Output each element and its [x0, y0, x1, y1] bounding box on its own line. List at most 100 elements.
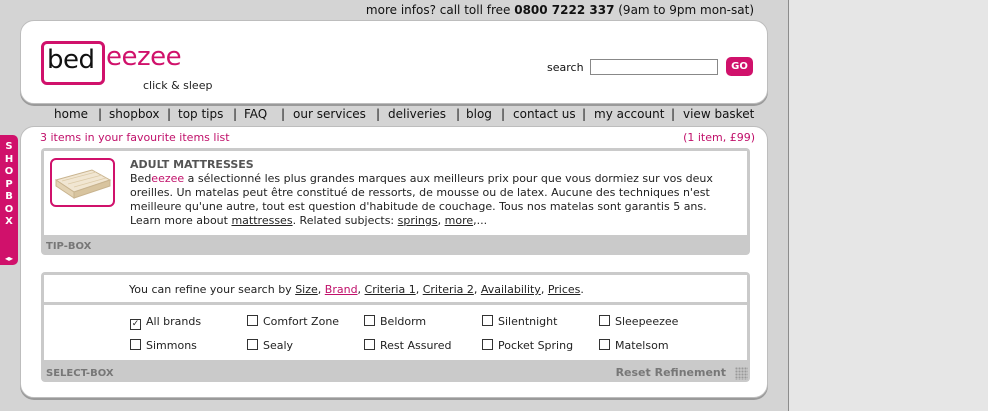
right-gutter — [788, 0, 988, 411]
select-box-caption: SELECT-BOX — [46, 368, 114, 379]
nav-separator: | — [501, 107, 506, 121]
tip-ellipsis: ,... — [473, 214, 488, 227]
nav-faq[interactable]: FAQ — [244, 107, 267, 121]
mattresses-link[interactable]: mattresses — [231, 214, 292, 227]
springs-link[interactable]: springs — [398, 214, 438, 227]
criteria-availability-link[interactable]: Availability — [481, 283, 541, 296]
shopbox-tab-label: SHOPBOX — [0, 141, 18, 229]
infobar-prefix: more infos? call toll free — [365, 3, 511, 17]
main-nav: home | shopbox | top tips | FAQ | our se… — [54, 107, 754, 121]
criteria-1-link[interactable]: Criteria 1 — [365, 283, 416, 296]
criteria-brand-link[interactable]: Brand — [325, 283, 358, 296]
brand-prefix: Bed — [130, 172, 152, 185]
select-box: You can refine your search by Size, Bran… — [41, 272, 750, 382]
shopbox-tab-letter: B — [5, 191, 13, 202]
checkbox[interactable] — [130, 339, 141, 350]
nav-separator: | — [671, 107, 676, 121]
brand-label: All brands — [146, 315, 202, 328]
nav-contact-us[interactable]: contact us — [513, 107, 576, 121]
nav-shopbox[interactable]: shopbox — [109, 107, 160, 121]
nav-separator: | — [281, 107, 286, 121]
brand-option-beldorm[interactable]: Beldorm — [364, 315, 426, 328]
checkbox[interactable] — [247, 315, 258, 326]
contact-infobar: more infos? call toll free 0800 7222 337… — [366, 3, 754, 17]
brand-option-sleepeezee[interactable]: Sleepeezee — [599, 315, 678, 328]
brand-label: Sealy — [263, 339, 294, 352]
brand-option-simmons[interactable]: Simmons — [130, 339, 197, 352]
brand-label: Sleepeezee — [615, 315, 679, 328]
brand-option-rest-assured[interactable]: Rest Assured — [364, 339, 451, 352]
expand-arrows-icon: ◂▸ — [4, 254, 14, 263]
logo-tagline: click & sleep — [143, 79, 213, 92]
nav-separator: | — [98, 107, 103, 121]
brand-label: Matelsom — [615, 339, 669, 352]
logo-bed-text: bed — [47, 45, 95, 75]
shopbox-tab-letter: P — [5, 178, 13, 190]
brand-option-sealy[interactable]: Sealy — [247, 339, 293, 352]
nav-separator: | — [456, 107, 461, 121]
header-panel: bed eezee click & sleep search GO — [20, 20, 768, 104]
refine-text: You can refine your search by Size, Bran… — [129, 283, 584, 296]
shopbox-tab-letter: O — [4, 203, 14, 215]
logo-eezee-text: eezee — [106, 42, 182, 72]
tip-title: ADULT MATTRESSES — [130, 158, 254, 171]
reset-refinement-button[interactable]: Reset Refinement — [616, 366, 726, 379]
resize-grip-icon[interactable] — [735, 367, 748, 380]
checkbox[interactable] — [364, 339, 375, 350]
checkbox[interactable] — [482, 315, 493, 326]
brand-label: Comfort Zone — [263, 315, 340, 328]
brand-checkbox-grid: ✓ All brands Comfort Zone Beldorm Silentn… — [44, 305, 747, 360]
more-link[interactable]: more — [445, 214, 474, 227]
content-panel: 3 items in your favourite items list (1 … — [20, 126, 768, 398]
search-input[interactable] — [590, 59, 718, 75]
criteria-prices-link[interactable]: Prices — [548, 283, 581, 296]
brand-option-pocket-spring[interactable]: Pocket Spring — [482, 339, 573, 352]
shopbox-tab-letter: O — [4, 166, 14, 177]
brand-option-comfort-zone[interactable]: Comfort Zone — [247, 315, 339, 328]
checkbox[interactable] — [247, 339, 258, 350]
shopbox-tab-letter: H — [4, 153, 14, 165]
brand-label: Beldorm — [380, 315, 427, 328]
brand-option-all-brands[interactable]: ✓ All brands — [130, 315, 201, 330]
brand-suffix: eezee — [151, 172, 185, 185]
mattress-thumbnail — [50, 158, 115, 207]
nav-top-tips[interactable]: top tips — [178, 107, 223, 121]
nav-view-basket[interactable]: view basket — [683, 107, 754, 121]
checkbox[interactable] — [599, 339, 610, 350]
brand-option-matelsom[interactable]: Matelsom — [599, 339, 669, 352]
basket-summary[interactable]: (1 item, £99) — [683, 131, 755, 144]
nav-separator: | — [167, 107, 172, 121]
nav-our-services[interactable]: our services — [293, 107, 366, 121]
criteria-2-link[interactable]: Criteria 2 — [423, 283, 474, 296]
shopbox-tab-letter: S — [5, 141, 13, 152]
brand-label: Pocket Spring — [498, 339, 574, 352]
phone-number: 0800 7222 337 — [514, 3, 615, 17]
search-go-button[interactable]: GO — [726, 57, 753, 76]
nav-separator: | — [376, 107, 381, 121]
brand-option-silentnight[interactable]: Silentnight — [482, 315, 557, 328]
checkbox[interactable] — [482, 339, 493, 350]
tip-box: ADULT MATTRESSES Bedeezee a sélectionné … — [41, 148, 750, 255]
brand-label: Silentnight — [498, 315, 558, 328]
nav-separator: | — [233, 107, 238, 121]
criteria-size-link[interactable]: Size — [295, 283, 318, 296]
nav-deliveries[interactable]: deliveries — [388, 107, 446, 121]
checkbox[interactable] — [599, 315, 610, 326]
shopbox-side-tab[interactable]: SHOPBOX ◂▸ — [0, 135, 18, 265]
nav-my-account[interactable]: my account — [594, 107, 664, 121]
tip-box-caption: TIP-BOX — [46, 241, 92, 252]
checkbox-checked[interactable]: ✓ — [130, 319, 141, 330]
nav-separator: | — [582, 107, 587, 121]
nav-home[interactable]: home — [54, 107, 88, 121]
checkbox[interactable] — [364, 315, 375, 326]
tip-text: a sélectionné les plus grandes marques a… — [130, 172, 713, 213]
tip-body: Bedeezee a sélectionné les plus grandes … — [130, 172, 713, 227]
logo-frame[interactable]: bed — [41, 41, 105, 85]
brand-label: Simmons — [146, 339, 197, 352]
brand-label: Rest Assured — [380, 339, 452, 352]
favourites-summary[interactable]: 3 items in your favourite items list — [40, 131, 230, 144]
nav-blog[interactable]: blog — [466, 107, 492, 121]
related-prefix: . Related subjects: — [292, 214, 398, 227]
shopbox-tab-letter: X — [5, 216, 13, 227]
refine-row: You can refine your search by Size, Bran… — [44, 275, 747, 302]
